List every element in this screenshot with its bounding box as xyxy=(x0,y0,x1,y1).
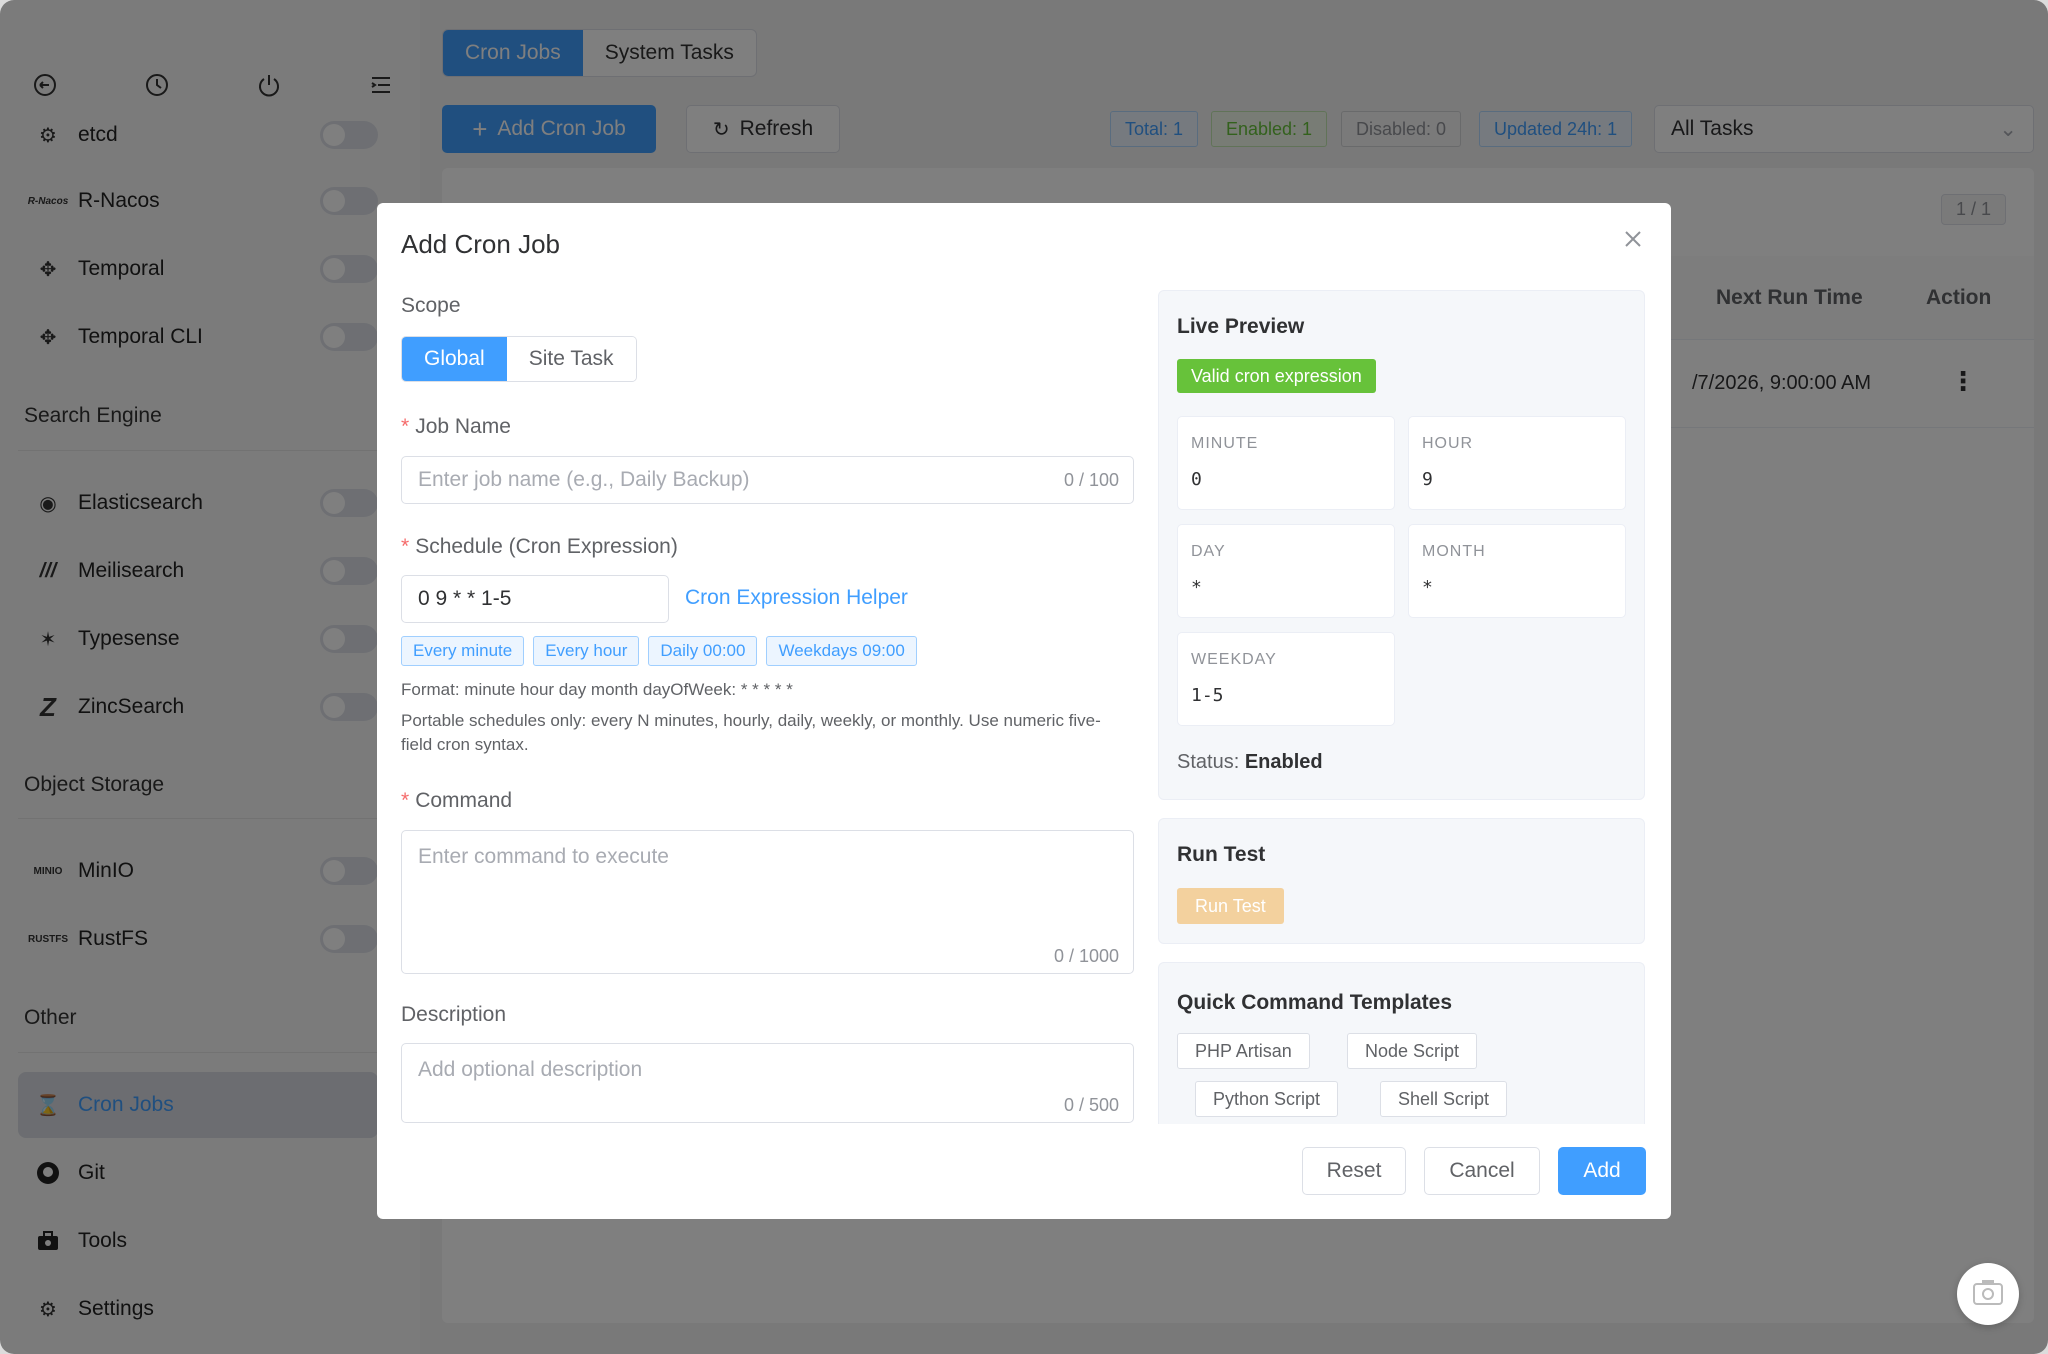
job-name-label: * Job Name xyxy=(401,415,511,439)
weekday-key: WEEKDAY xyxy=(1191,651,1277,668)
hour-key: HOUR xyxy=(1422,435,1474,452)
status-prefix: Status: xyxy=(1177,751,1240,773)
template-shell-script[interactable]: Shell Script xyxy=(1380,1081,1508,1117)
preset-weekdays[interactable]: Weekdays 09:00 xyxy=(766,636,917,666)
camera-icon xyxy=(1972,1278,2004,1311)
template-python-script[interactable]: Python Script xyxy=(1195,1081,1339,1117)
job-name-input[interactable]: Enter job name (e.g., Daily Backup) 0 / … xyxy=(401,456,1134,504)
schedule-presets: Every minute Every hour Daily 00:00 Week… xyxy=(401,636,917,666)
command-textarea[interactable]: Enter command to execute 0 / 1000 xyxy=(401,830,1134,974)
format-hint: Format: minute hour day month dayOfWeek:… xyxy=(401,680,793,699)
day-key: DAY xyxy=(1191,543,1226,560)
minute-value: 0 xyxy=(1191,469,1202,490)
month-cell: MONTH * xyxy=(1408,524,1626,618)
scope-site-task[interactable]: Site Task xyxy=(506,337,636,381)
preset-every-minute[interactable]: Every minute xyxy=(401,636,525,666)
screenshot-button[interactable] xyxy=(1957,1263,2019,1325)
command-count: 0 / 1000 xyxy=(1053,946,1119,966)
app-window: ⚙ etcd R-Nacos R-Nacos ✥ Temporal ✥ Temp… xyxy=(0,0,2048,1354)
template-node-script[interactable]: Node Script xyxy=(1347,1033,1478,1069)
templates-panel: Quick Command Templates PHP Artisan Node… xyxy=(1158,962,1645,1124)
preset-every-hour[interactable]: Every hour xyxy=(533,636,640,666)
minute-key: MINUTE xyxy=(1191,435,1259,452)
template-php-artisan[interactable]: PHP Artisan xyxy=(1177,1033,1310,1069)
command-placeholder: Enter command to execute xyxy=(418,845,669,868)
description-label: Description xyxy=(401,1003,507,1026)
status-line: Status: Enabled xyxy=(1177,751,1323,774)
schedule-label: * Schedule (Cron Expression) xyxy=(401,535,678,559)
hour-value: 9 xyxy=(1422,469,1433,490)
hour-cell: HOUR 9 xyxy=(1408,416,1626,510)
job-name-placeholder: Enter job name (e.g., Daily Backup) xyxy=(418,468,750,491)
live-preview-panel: Live Preview Valid cron expression MINUT… xyxy=(1158,290,1645,800)
live-preview-title: Live Preview xyxy=(1177,315,1305,338)
close-icon[interactable] xyxy=(1623,229,1643,249)
weekday-value: 1-5 xyxy=(1191,685,1224,706)
required-mark: * xyxy=(401,789,410,812)
scope-selector: Global Site Task xyxy=(401,336,637,382)
day-value: * xyxy=(1191,577,1202,598)
templates-title: Quick Command Templates xyxy=(1177,991,1453,1014)
add-cron-job-dialog: Add Cron Job Scope Global Site Task * Job… xyxy=(377,203,1671,1219)
status-value: Enabled xyxy=(1244,751,1323,773)
add-button[interactable]: Add xyxy=(1558,1147,1646,1195)
command-label: * Command xyxy=(401,789,512,813)
scope-global[interactable]: Global xyxy=(402,337,507,381)
preset-daily[interactable]: Daily 00:00 xyxy=(648,636,758,666)
weekday-cell: WEEKDAY 1-5 xyxy=(1177,632,1395,726)
day-cell: DAY * xyxy=(1177,524,1395,618)
valid-cron-badge: Valid cron expression xyxy=(1177,359,1376,393)
command-label-text: Command xyxy=(415,789,513,812)
run-test-title: Run Test xyxy=(1177,843,1266,866)
run-test-button[interactable]: Run Test xyxy=(1177,888,1284,924)
required-mark: * xyxy=(401,415,410,438)
cancel-button[interactable]: Cancel xyxy=(1424,1147,1540,1195)
scope-label: Scope xyxy=(401,294,461,317)
run-test-panel: Run Test Run Test xyxy=(1158,818,1645,944)
dialog-title: Add Cron Job xyxy=(401,229,560,259)
reset-button[interactable]: Reset xyxy=(1302,1147,1406,1195)
description-count: 0 / 500 xyxy=(1063,1095,1119,1115)
minute-cell: MINUTE 0 xyxy=(1177,416,1395,510)
schedule-label-text: Schedule (Cron Expression) xyxy=(415,535,678,558)
job-name-count: 0 / 100 xyxy=(1063,469,1119,490)
description-textarea[interactable]: Add optional description 0 / 500 xyxy=(401,1043,1134,1123)
portable-hint: Portable schedules only: every N minutes… xyxy=(401,711,1101,754)
month-key: MONTH xyxy=(1422,543,1486,560)
schedule-input[interactable]: 0 9 * * 1-5 xyxy=(401,575,669,623)
job-name-label-text: Job Name xyxy=(415,415,511,438)
description-placeholder: Add optional description xyxy=(418,1058,643,1081)
month-value: * xyxy=(1422,577,1433,598)
required-mark: * xyxy=(401,535,410,558)
cron-helper-link[interactable]: Cron Expression Helper xyxy=(685,586,908,610)
